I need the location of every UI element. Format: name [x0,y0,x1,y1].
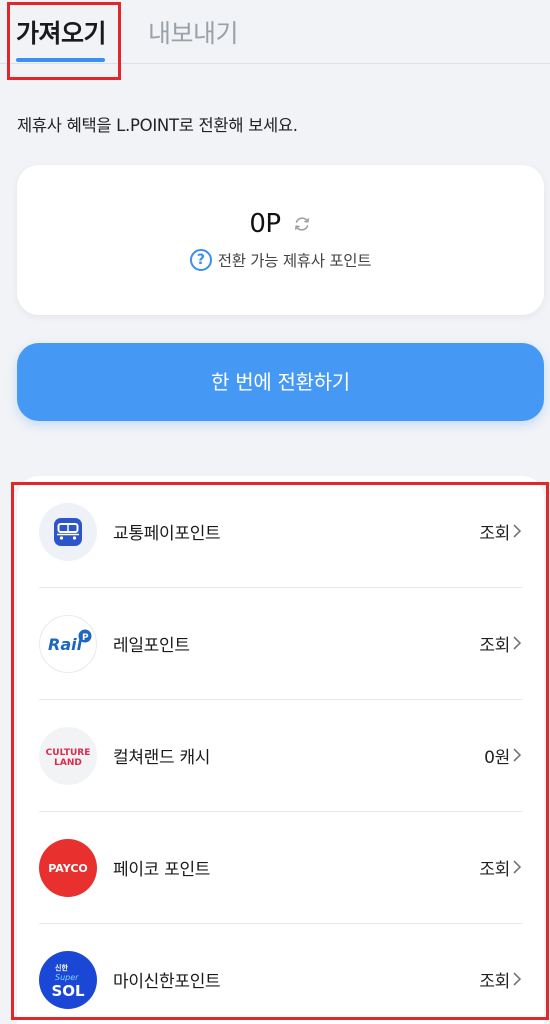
cultureland-logo-text-2: LAND [54,758,82,768]
partner-value: 조회 [479,524,510,544]
help-icon[interactable]: ? [189,249,212,271]
chevron-right-icon [513,748,522,762]
chevron-right-icon [513,972,522,986]
partner-value: 0원 [484,748,510,768]
tab-export[interactable]: 내보내기 [148,14,239,50]
points-value: 0P [249,209,281,239]
cultureland-logo-text-1: CULTURE [46,748,91,758]
points-row: 0P [17,209,544,239]
partner-name: 페이코 포인트 [113,860,211,880]
points-card: 0P ? 전환 가능 제휴사 포인트 [17,165,544,315]
partner-name: 컬쳐랜드 캐시 [113,748,211,768]
refresh-icon[interactable] [292,214,312,234]
highlight-box-tab [7,2,121,80]
list-item-shinhan-sol[interactable]: 신한 Super SOL 마이신한포인트 조회 [17,924,544,1024]
payco-logo-text: PAYCO [48,862,88,875]
chevron-right-icon [513,636,522,650]
partner-name: 레일포인트 [113,636,190,656]
sol-logo-text-1: 신한 [55,963,68,972]
payco-logo: PAYCO [39,839,97,897]
partner-name: 교통페이포인트 [113,524,221,544]
chevron-right-icon [513,524,522,538]
shinhan-sol-logo: 신한 Super SOL [39,951,97,1009]
rail-logo-badge: P [82,633,89,643]
page-description: 제휴사 혜택을 L.POINT로 전환해 보세요. [17,116,298,135]
partner-value: 조회 [479,972,510,992]
list-item-rail-point[interactable]: Rail P 레일포인트 조회 [17,588,544,700]
list-item-cultureland[interactable]: CULTURE LAND 컬쳐랜드 캐시 0원 [17,700,544,812]
chevron-right-icon [513,860,522,874]
list-item-payco[interactable]: PAYCO 페이코 포인트 조회 [17,812,544,924]
rail-logo: Rail P [39,615,97,673]
rail-logo-text: Rail [48,635,83,654]
partner-value: 조회 [479,860,510,880]
convert-all-button[interactable]: 한 번에 전환하기 [17,343,544,421]
sol-logo-text-2: Super [55,973,79,982]
points-help-label: 전환 가능 제휴사 포인트 [217,252,372,270]
points-help[interactable]: ? 전환 가능 제휴사 포인트 [17,249,544,271]
partner-value: 조회 [479,636,510,656]
partner-list: 교통페이포인트 조회 Rail P 레일포인트 조회 CULTURE LAND … [17,476,544,1024]
cultureland-logo: CULTURE LAND [39,727,97,785]
list-item-transit-pay[interactable]: 교통페이포인트 조회 [17,476,544,588]
bus-icon [39,503,97,561]
partner-name: 마이신한포인트 [113,972,221,992]
sol-logo-text-3: SOL [51,982,85,1000]
